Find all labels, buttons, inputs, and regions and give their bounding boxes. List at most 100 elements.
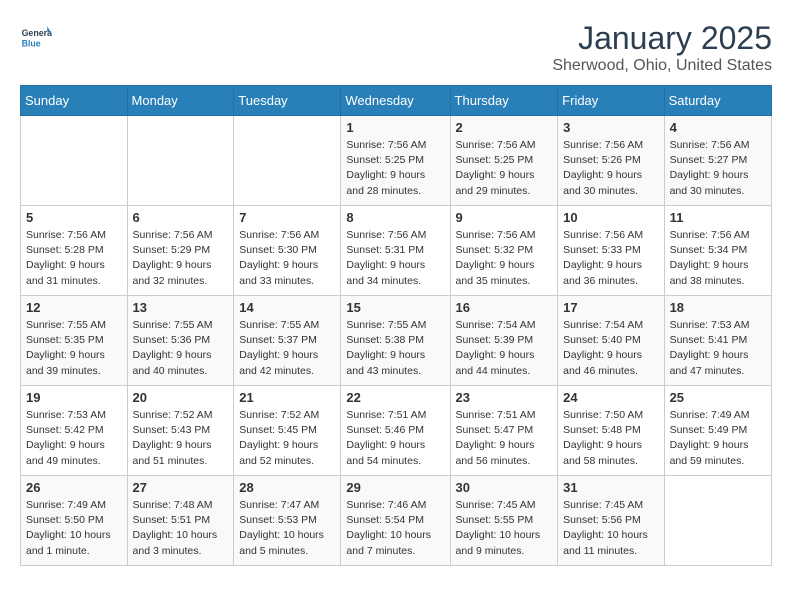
day-number: 31 bbox=[563, 480, 658, 495]
calendar-cell: 14 Sunrise: 7:55 AM Sunset: 5:37 PM Dayli… bbox=[234, 296, 341, 386]
calendar-cell: 24 Sunrise: 7:50 AM Sunset: 5:48 PM Dayli… bbox=[558, 386, 664, 476]
day-number: 8 bbox=[346, 210, 444, 225]
day-info: Sunrise: 7:56 AM Sunset: 5:30 PM Dayligh… bbox=[239, 228, 335, 289]
day-info: Sunrise: 7:56 AM Sunset: 5:28 PM Dayligh… bbox=[26, 228, 122, 289]
calendar-cell bbox=[21, 116, 128, 206]
calendar-cell: 31 Sunrise: 7:45 AM Sunset: 5:56 PM Dayli… bbox=[558, 476, 664, 566]
day-info: Sunrise: 7:51 AM Sunset: 5:47 PM Dayligh… bbox=[456, 408, 553, 469]
day-number: 29 bbox=[346, 480, 444, 495]
calendar-cell: 6 Sunrise: 7:56 AM Sunset: 5:29 PM Daylig… bbox=[127, 206, 234, 296]
calendar-cell: 9 Sunrise: 7:56 AM Sunset: 5:32 PM Daylig… bbox=[450, 206, 558, 296]
svg-text:Blue: Blue bbox=[22, 38, 41, 48]
week-row-2: 5 Sunrise: 7:56 AM Sunset: 5:28 PM Daylig… bbox=[21, 206, 772, 296]
calendar-cell: 16 Sunrise: 7:54 AM Sunset: 5:39 PM Dayli… bbox=[450, 296, 558, 386]
day-number: 30 bbox=[456, 480, 553, 495]
day-number: 18 bbox=[670, 300, 766, 315]
calendar-cell: 1Sunrise: 7:56 AM Sunset: 5:25 PM Daylig… bbox=[341, 116, 450, 206]
day-number: 1 bbox=[346, 120, 444, 135]
weekday-header-saturday: Saturday bbox=[664, 86, 771, 116]
calendar-cell: 2Sunrise: 7:56 AM Sunset: 5:25 PM Daylig… bbox=[450, 116, 558, 206]
calendar-cell: 19 Sunrise: 7:53 AM Sunset: 5:42 PM Dayli… bbox=[21, 386, 128, 476]
calendar-cell: 26 Sunrise: 7:49 AM Sunset: 5:50 PM Dayli… bbox=[21, 476, 128, 566]
day-info: Sunrise: 7:56 AM Sunset: 5:29 PM Dayligh… bbox=[133, 228, 229, 289]
day-info: Sunrise: 7:56 AM Sunset: 5:33 PM Dayligh… bbox=[563, 228, 658, 289]
day-number: 6 bbox=[133, 210, 229, 225]
day-number: 16 bbox=[456, 300, 553, 315]
day-info: Sunrise: 7:55 AM Sunset: 5:35 PM Dayligh… bbox=[26, 318, 122, 379]
calendar-cell bbox=[664, 476, 771, 566]
calendar-cell: 29 Sunrise: 7:46 AM Sunset: 5:54 PM Dayli… bbox=[341, 476, 450, 566]
day-info: Sunrise: 7:55 AM Sunset: 5:37 PM Dayligh… bbox=[239, 318, 335, 379]
day-number: 7 bbox=[239, 210, 335, 225]
day-info: Sunrise: 7:53 AM Sunset: 5:42 PM Dayligh… bbox=[26, 408, 122, 469]
calendar-subtitle: Sherwood, Ohio, United States bbox=[552, 57, 772, 75]
weekday-header-thursday: Thursday bbox=[450, 86, 558, 116]
calendar-cell bbox=[234, 116, 341, 206]
day-number: 5 bbox=[26, 210, 122, 225]
day-info: Sunrise: 7:56 AM Sunset: 5:31 PM Dayligh… bbox=[346, 228, 444, 289]
day-number: 22 bbox=[346, 390, 444, 405]
week-row-3: 12Sunrise: 7:55 AM Sunset: 5:35 PM Dayli… bbox=[21, 296, 772, 386]
weekday-header-friday: Friday bbox=[558, 86, 664, 116]
calendar-cell: 5 Sunrise: 7:56 AM Sunset: 5:28 PM Daylig… bbox=[21, 206, 128, 296]
day-info: Sunrise: 7:54 AM Sunset: 5:40 PM Dayligh… bbox=[563, 318, 658, 379]
day-number: 24 bbox=[563, 390, 658, 405]
calendar-cell: 11 Sunrise: 7:56 AM Sunset: 5:34 PM Dayli… bbox=[664, 206, 771, 296]
calendar-cell: 3 Sunrise: 7:56 AM Sunset: 5:26 PM Daylig… bbox=[558, 116, 664, 206]
day-info: Sunrise: 7:49 AM Sunset: 5:49 PM Dayligh… bbox=[670, 408, 766, 469]
calendar-cell: 23Sunrise: 7:51 AM Sunset: 5:47 PM Dayli… bbox=[450, 386, 558, 476]
day-number: 26 bbox=[26, 480, 122, 495]
day-info: Sunrise: 7:54 AM Sunset: 5:39 PM Dayligh… bbox=[456, 318, 553, 379]
calendar-cell: 27Sunrise: 7:48 AM Sunset: 5:51 PM Dayli… bbox=[127, 476, 234, 566]
day-number: 4 bbox=[670, 120, 766, 135]
day-info: Sunrise: 7:51 AM Sunset: 5:46 PM Dayligh… bbox=[346, 408, 444, 469]
day-info: Sunrise: 7:50 AM Sunset: 5:48 PM Dayligh… bbox=[563, 408, 658, 469]
day-number: 13 bbox=[133, 300, 229, 315]
day-number: 28 bbox=[239, 480, 335, 495]
day-info: Sunrise: 7:53 AM Sunset: 5:41 PM Dayligh… bbox=[670, 318, 766, 379]
day-info: Sunrise: 7:56 AM Sunset: 5:26 PM Dayligh… bbox=[563, 138, 658, 199]
calendar-title: January 2025 bbox=[552, 20, 772, 57]
calendar-cell: 4Sunrise: 7:56 AM Sunset: 5:27 PM Daylig… bbox=[664, 116, 771, 206]
day-info: Sunrise: 7:46 AM Sunset: 5:54 PM Dayligh… bbox=[346, 498, 444, 559]
title-block: January 2025 Sherwood, Ohio, United Stat… bbox=[552, 20, 772, 75]
weekday-header-row: SundayMondayTuesdayWednesdayThursdayFrid… bbox=[21, 86, 772, 116]
week-row-5: 26 Sunrise: 7:49 AM Sunset: 5:50 PM Dayli… bbox=[21, 476, 772, 566]
calendar-cell: 18 Sunrise: 7:53 AM Sunset: 5:41 PM Dayli… bbox=[664, 296, 771, 386]
weekday-header-sunday: Sunday bbox=[21, 86, 128, 116]
day-info: Sunrise: 7:56 AM Sunset: 5:34 PM Dayligh… bbox=[670, 228, 766, 289]
calendar-cell: 13 Sunrise: 7:55 AM Sunset: 5:36 PM Dayli… bbox=[127, 296, 234, 386]
day-info: Sunrise: 7:47 AM Sunset: 5:53 PM Dayligh… bbox=[239, 498, 335, 559]
weekday-header-monday: Monday bbox=[127, 86, 234, 116]
day-number: 9 bbox=[456, 210, 553, 225]
calendar-cell bbox=[127, 116, 234, 206]
day-info: Sunrise: 7:52 AM Sunset: 5:45 PM Dayligh… bbox=[239, 408, 335, 469]
weekday-header-wednesday: Wednesday bbox=[341, 86, 450, 116]
logo-icon: General Blue bbox=[20, 20, 52, 52]
day-number: 19 bbox=[26, 390, 122, 405]
day-number: 15 bbox=[346, 300, 444, 315]
calendar-cell: 8 Sunrise: 7:56 AM Sunset: 5:31 PM Daylig… bbox=[341, 206, 450, 296]
day-number: 14 bbox=[239, 300, 335, 315]
day-number: 27 bbox=[133, 480, 229, 495]
day-info: Sunrise: 7:52 AM Sunset: 5:43 PM Dayligh… bbox=[133, 408, 229, 469]
day-info: Sunrise: 7:49 AM Sunset: 5:50 PM Dayligh… bbox=[26, 498, 122, 559]
weekday-header-tuesday: Tuesday bbox=[234, 86, 341, 116]
week-row-1: 1Sunrise: 7:56 AM Sunset: 5:25 PM Daylig… bbox=[21, 116, 772, 206]
day-info: Sunrise: 7:56 AM Sunset: 5:32 PM Dayligh… bbox=[456, 228, 553, 289]
day-info: Sunrise: 7:45 AM Sunset: 5:56 PM Dayligh… bbox=[563, 498, 658, 559]
calendar-cell: 20Sunrise: 7:52 AM Sunset: 5:43 PM Dayli… bbox=[127, 386, 234, 476]
calendar-table: SundayMondayTuesdayWednesdayThursdayFrid… bbox=[20, 85, 772, 566]
day-number: 3 bbox=[563, 120, 658, 135]
calendar-cell: 21Sunrise: 7:52 AM Sunset: 5:45 PM Dayli… bbox=[234, 386, 341, 476]
day-number: 10 bbox=[563, 210, 658, 225]
calendar-cell: 15Sunrise: 7:55 AM Sunset: 5:38 PM Dayli… bbox=[341, 296, 450, 386]
day-info: Sunrise: 7:55 AM Sunset: 5:36 PM Dayligh… bbox=[133, 318, 229, 379]
day-number: 25 bbox=[670, 390, 766, 405]
calendar-cell: 28 Sunrise: 7:47 AM Sunset: 5:53 PM Dayli… bbox=[234, 476, 341, 566]
calendar-cell: 25 Sunrise: 7:49 AM Sunset: 5:49 PM Dayli… bbox=[664, 386, 771, 476]
day-number: 11 bbox=[670, 210, 766, 225]
week-row-4: 19 Sunrise: 7:53 AM Sunset: 5:42 PM Dayli… bbox=[21, 386, 772, 476]
calendar-cell: 22 Sunrise: 7:51 AM Sunset: 5:46 PM Dayli… bbox=[341, 386, 450, 476]
day-info: Sunrise: 7:45 AM Sunset: 5:55 PM Dayligh… bbox=[456, 498, 553, 559]
